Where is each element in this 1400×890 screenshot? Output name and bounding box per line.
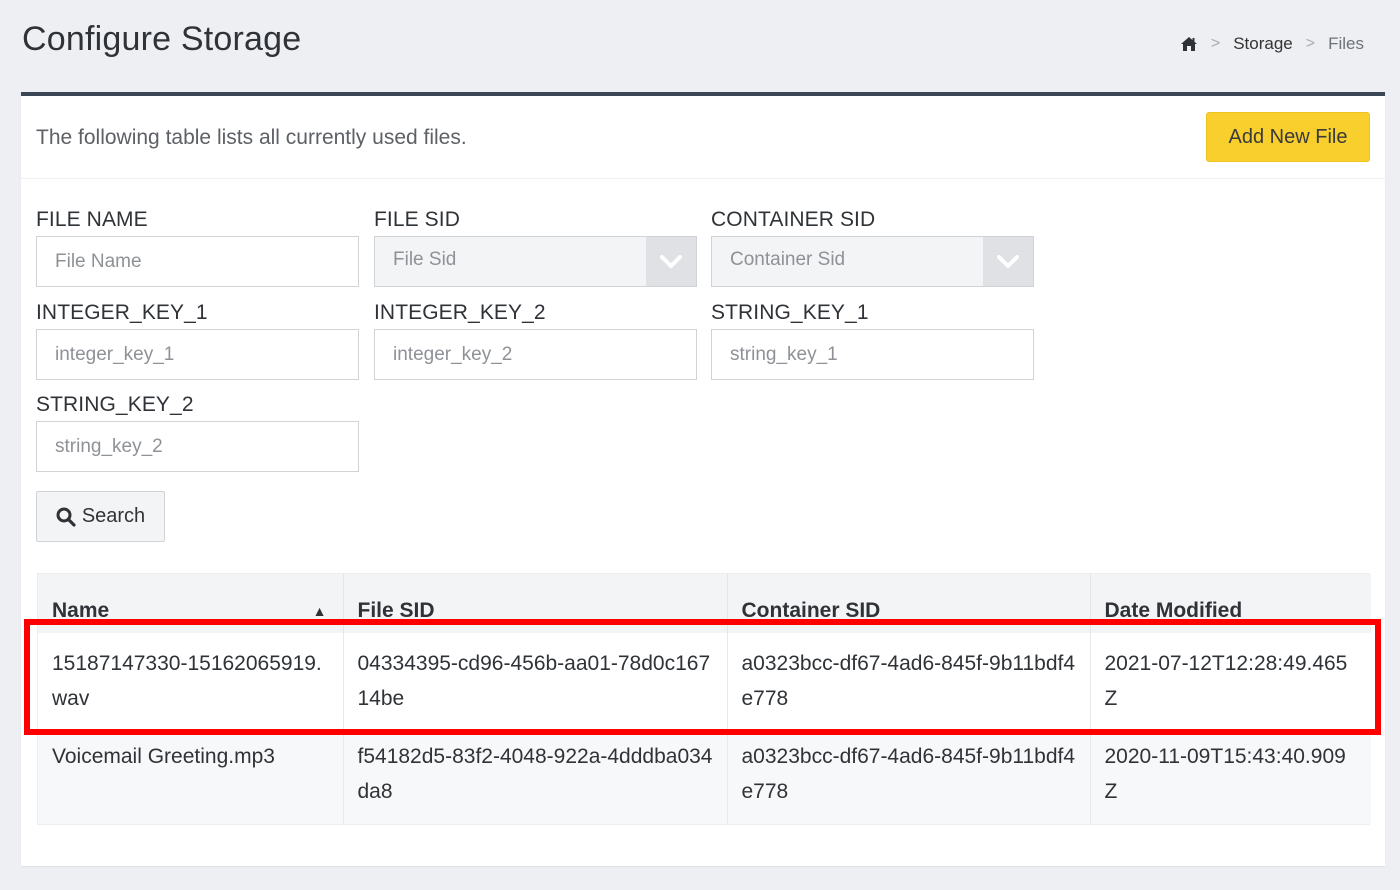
page-title: Configure Storage [22, 20, 302, 58]
string-key-1-field: STRING_KEY_1 [711, 299, 1034, 380]
column-header-date-modified[interactable]: Date Modified [1090, 574, 1371, 633]
files-table: Name ▲ File SID Container SID Date Modif… [37, 573, 1371, 825]
intro-text: The following table lists all currently … [36, 126, 467, 149]
integer-key-1-field: INTEGER_KEY_1 [36, 299, 359, 380]
string-key-1-input[interactable] [711, 329, 1034, 380]
breadcrumb-separator: > [1305, 35, 1316, 52]
file-name-field: FILE NAME [36, 206, 359, 287]
table-row[interactable]: Voicemail Greeting.mp3 f54182d5-83f2-404… [38, 732, 1371, 824]
breadcrumb-storage[interactable]: Storage [1233, 34, 1293, 54]
container-sid-label: CONTAINER SID [711, 208, 876, 231]
column-header-file-sid[interactable]: File SID [343, 574, 728, 633]
integer-key-2-label: INTEGER_KEY_2 [374, 301, 546, 324]
file-name-label: FILE NAME [36, 208, 148, 231]
string-key-2-field: STRING_KEY_2 [36, 391, 359, 472]
breadcrumb: > Storage > Files [1180, 34, 1364, 54]
file-sid-select[interactable]: File Sid [374, 236, 697, 287]
file-sid-placeholder: File Sid [393, 249, 457, 270]
cell-date-modified: 2021-07-12T12:28:49.465Z [1090, 633, 1371, 732]
card-header: The following table lists all currently … [21, 96, 1385, 179]
string-key-1-label: STRING_KEY_1 [711, 301, 869, 324]
integer-key-1-label: INTEGER_KEY_1 [36, 301, 208, 324]
cell-date-modified: 2020-11-09T15:43:40.909Z [1090, 732, 1371, 824]
integer-key-2-field: INTEGER_KEY_2 [374, 299, 697, 380]
search-button[interactable]: Search [36, 491, 165, 542]
integer-key-1-input[interactable] [36, 329, 359, 380]
container-sid-field: CONTAINER SID Container Sid [711, 206, 1034, 287]
table-header-row: Name ▲ File SID Container SID Date Modif… [38, 574, 1371, 633]
breadcrumb-files: Files [1328, 34, 1364, 53]
file-name-input[interactable] [36, 236, 359, 287]
search-button-label: Search [81, 505, 146, 527]
chevron-down-icon[interactable] [983, 237, 1033, 286]
search-icon [56, 507, 76, 527]
breadcrumb-separator: > [1210, 35, 1221, 52]
integer-key-2-input[interactable] [374, 329, 697, 380]
cell-name: 15187147330-15162065919.wav [38, 633, 344, 732]
string-key-2-label: STRING_KEY_2 [36, 393, 194, 416]
cell-file-sid: 04334395-cd96-456b-aa01-78d0c16714be [343, 633, 728, 732]
files-card: The following table lists all currently … [21, 92, 1385, 866]
file-sid-field: FILE SID File Sid [374, 206, 697, 287]
string-key-2-input[interactable] [36, 421, 359, 472]
column-header-name[interactable]: Name ▲ [38, 574, 344, 633]
sort-ascending-icon[interactable]: ▲ [313, 603, 327, 619]
container-sid-placeholder: Container Sid [730, 249, 846, 270]
column-header-container-sid[interactable]: Container SID [727, 574, 1091, 633]
page-header: Configure Storage > Storage > Files [0, 0, 1400, 92]
chevron-down-icon[interactable] [646, 237, 696, 286]
cell-file-sid: f54182d5-83f2-4048-922a-4dddba034da8 [343, 732, 728, 824]
column-header-label: Name [52, 598, 110, 622]
file-sid-label: FILE SID [374, 208, 460, 231]
table-row[interactable]: 15187147330-15162065919.wav 04334395-cd9… [38, 633, 1371, 732]
container-sid-select[interactable]: Container Sid [711, 236, 1034, 287]
cell-container-sid: a0323bcc-df67-4ad6-845f-9b11bdf4e778 [727, 732, 1091, 824]
home-icon[interactable] [1180, 36, 1198, 52]
cell-name: Voicemail Greeting.mp3 [38, 732, 344, 824]
cell-container-sid: a0323bcc-df67-4ad6-845f-9b11bdf4e778 [727, 633, 1091, 732]
add-new-file-button[interactable]: Add New File [1206, 112, 1370, 162]
